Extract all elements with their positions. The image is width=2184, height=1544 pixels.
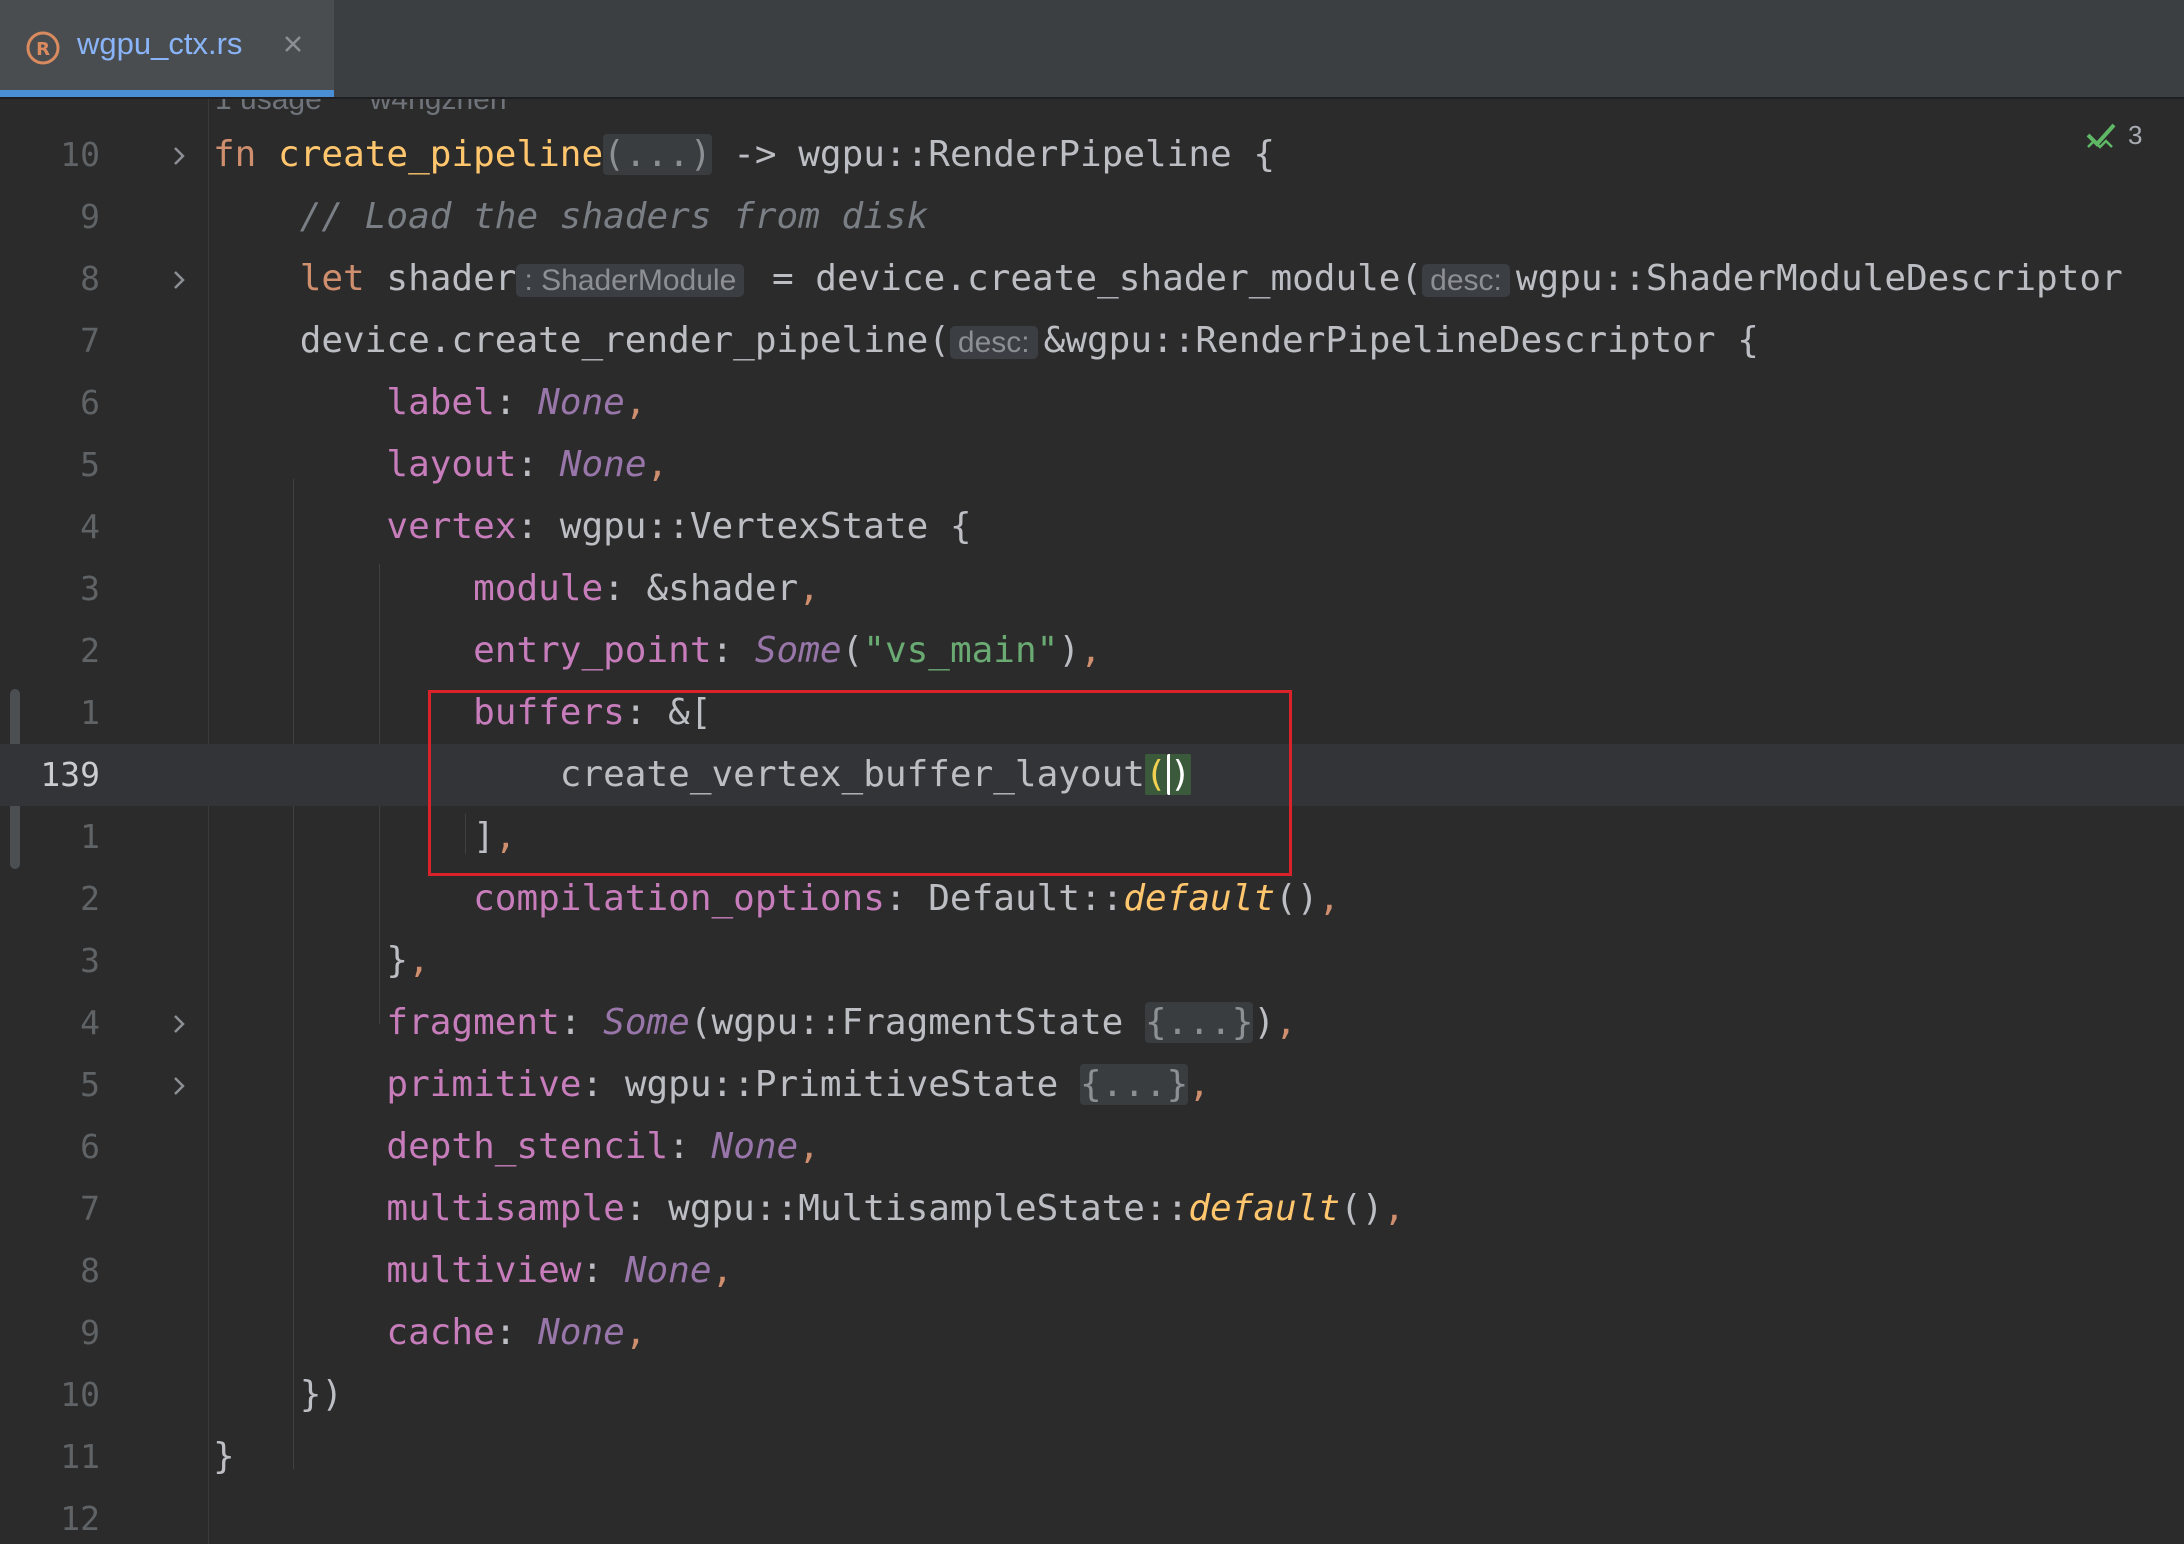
line-number: 3 (80, 569, 100, 608)
line-number: 11 (60, 1437, 100, 1476)
tab-wgpu-ctx[interactable]: R wgpu_ctx.rs (0, 0, 334, 97)
type-inlay-hint: : ShaderModule (516, 264, 745, 297)
annotation-highlight-box (428, 690, 1292, 876)
line-number: 1 (80, 817, 100, 856)
code-line[interactable]: 11 } (0, 1426, 2184, 1488)
code-text: device.create_render_pipeline(desc: &wgpu… (299, 320, 1759, 361)
code-text: } (213, 1436, 235, 1477)
code-text: fragment: Some(wgpu::FragmentState {...}… (386, 1002, 1297, 1043)
editor-tab-bar: R wgpu_ctx.rs (0, 0, 2184, 99)
code-line[interactable]: 6 label: None, (0, 372, 2184, 434)
code-text: module: &shader, (473, 568, 820, 609)
code-line[interactable]: 10 fn create_pipeline(...) -> wgpu::Rend… (0, 124, 2184, 186)
code-line[interactable]: 2 compilation_options: Default::default(… (0, 868, 2184, 930)
code-line[interactable]: 3 module: &shader, (0, 558, 2184, 620)
line-number: 5 (80, 445, 100, 484)
code-line[interactable]: 7 multisample: wgpu::MultisampleState::d… (0, 1178, 2184, 1240)
code-line[interactable]: 8 let shader: ShaderModule = device.crea… (0, 248, 2184, 310)
line-number: 4 (80, 507, 100, 546)
line-number: 7 (80, 321, 100, 360)
code-line[interactable]: 7 device.create_render_pipeline(desc: &wg… (0, 310, 2184, 372)
line-number: 6 (80, 1127, 100, 1166)
param-inlay-hint: desc: (949, 326, 1038, 359)
code-text: let shader: ShaderModule = device.create… (299, 258, 2123, 299)
author-hint: w4ngzhen (369, 99, 507, 116)
line-number: 4 (80, 1003, 100, 1042)
code-line[interactable]: 10 }) (0, 1364, 2184, 1426)
active-tab-indicator (0, 90, 334, 97)
line-number: 139 (40, 755, 100, 794)
code-text: label: None, (386, 382, 647, 423)
line-number: 6 (80, 383, 100, 422)
chevron-right-icon[interactable] (165, 142, 193, 170)
svg-text:R: R (36, 39, 50, 60)
code-text: multiview: None, (386, 1250, 734, 1291)
code-text: primitive: wgpu::PrimitiveState {...}, (386, 1064, 1211, 1105)
code-text: multisample: wgpu::MultisampleState::def… (386, 1188, 1406, 1229)
code-line[interactable]: 5 layout: None, (0, 434, 2184, 496)
close-icon[interactable] (279, 30, 307, 58)
chevron-right-icon[interactable] (165, 1010, 193, 1038)
code-line[interactable]: 2 entry_point: Some("vs_main"), (0, 620, 2184, 682)
line-number: 10 (60, 135, 100, 174)
param-inlay-hint: desc: (1422, 264, 1510, 297)
code-editor[interactable]: 1 usage w4ngzhen 3 10 fn create_pipeline(… (0, 99, 2184, 1544)
code-line[interactable]: 5 primitive: wgpu::PrimitiveState {...}, (0, 1054, 2184, 1116)
line-number: 1 (80, 693, 100, 732)
code-text: }, (386, 940, 430, 981)
code-line[interactable]: 9 cache: None, (0, 1302, 2184, 1364)
code-line[interactable]: 12 (0, 1488, 2184, 1544)
code-text: vertex: wgpu::VertexState { (386, 506, 972, 547)
line-number: 9 (80, 1313, 100, 1352)
code-text: fn create_pipeline(...) -> wgpu::RenderP… (213, 134, 1276, 175)
tab-title: wgpu_ctx.rs (77, 26, 243, 61)
code-line[interactable]: 8 multiview: None, (0, 1240, 2184, 1302)
line-number: 5 (80, 1065, 100, 1104)
code-text: depth_stencil: None, (386, 1126, 820, 1167)
code-text: cache: None, (386, 1312, 647, 1353)
code-text: compilation_options: Default::default(), (473, 878, 1341, 919)
line-number: 2 (80, 631, 100, 670)
line-number: 9 (80, 197, 100, 236)
line-number: 7 (80, 1189, 100, 1228)
usage-inlay-hint[interactable]: 1 usage w4ngzhen (215, 99, 507, 117)
line-number: 3 (80, 941, 100, 980)
chevron-right-icon[interactable] (165, 266, 193, 294)
line-number: 8 (80, 259, 100, 298)
usage-count: 1 usage (215, 99, 322, 116)
line-number: 8 (80, 1251, 100, 1290)
line-number: 2 (80, 879, 100, 918)
line-number: 10 (60, 1375, 100, 1414)
chevron-right-icon[interactable] (165, 1072, 193, 1100)
code-line[interactable]: 9 // Load the shaders from disk (0, 186, 2184, 248)
line-number: 12 (60, 1499, 100, 1538)
code-text: layout: None, (386, 444, 669, 485)
code-line[interactable]: 3 }, (0, 930, 2184, 992)
code-text: entry_point: Some("vs_main"), (473, 630, 1102, 671)
code-line[interactable]: 4 vertex: wgpu::VertexState { (0, 496, 2184, 558)
code-line[interactable]: 6 depth_stencil: None, (0, 1116, 2184, 1178)
code-line[interactable]: 4 fragment: Some(wgpu::FragmentState {..… (0, 992, 2184, 1054)
code-text: // Load the shaders from disk (299, 196, 929, 237)
code-text: }) (299, 1374, 344, 1415)
rust-icon: R (26, 31, 60, 65)
